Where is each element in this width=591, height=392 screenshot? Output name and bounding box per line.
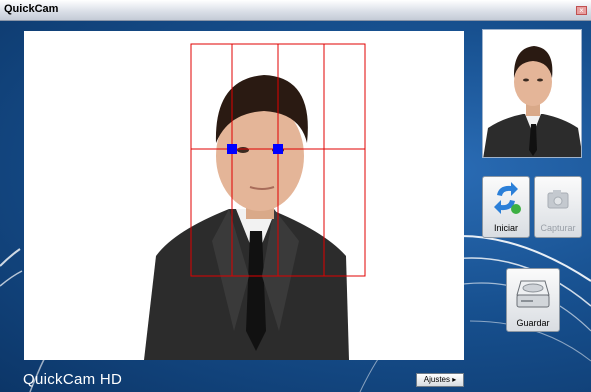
window-title: QuickCam [4,3,59,15]
camera-preview[interactable] [24,31,464,360]
capture-button[interactable]: Capturar [534,176,582,238]
thumbnail-photo [483,46,581,157]
settings-button[interactable]: Ajustes ▸ [416,373,464,387]
close-icon[interactable]: × [576,6,587,15]
eye-marker-right[interactable] [273,144,283,154]
captured-thumbnail [482,29,582,158]
start-button[interactable]: Iniciar [482,176,530,238]
save-button[interactable]: Guardar [506,268,560,332]
quickcam-window: QuickCam × Iniciar Capturar Guardar Quic… [0,0,591,392]
camera-icon [547,190,569,209]
brand-label: QuickCam HD [23,371,123,388]
start-button-label: Iniciar [493,223,518,233]
drive-icon [516,280,550,308]
save-button-label: Guardar [516,318,550,328]
refresh-icon [494,182,521,214]
title-bar: QuickCam × [0,0,591,21]
face-guide-grid [190,43,366,277]
eye-marker-left[interactable] [227,144,237,154]
capture-button-label: Capturar [540,223,576,233]
